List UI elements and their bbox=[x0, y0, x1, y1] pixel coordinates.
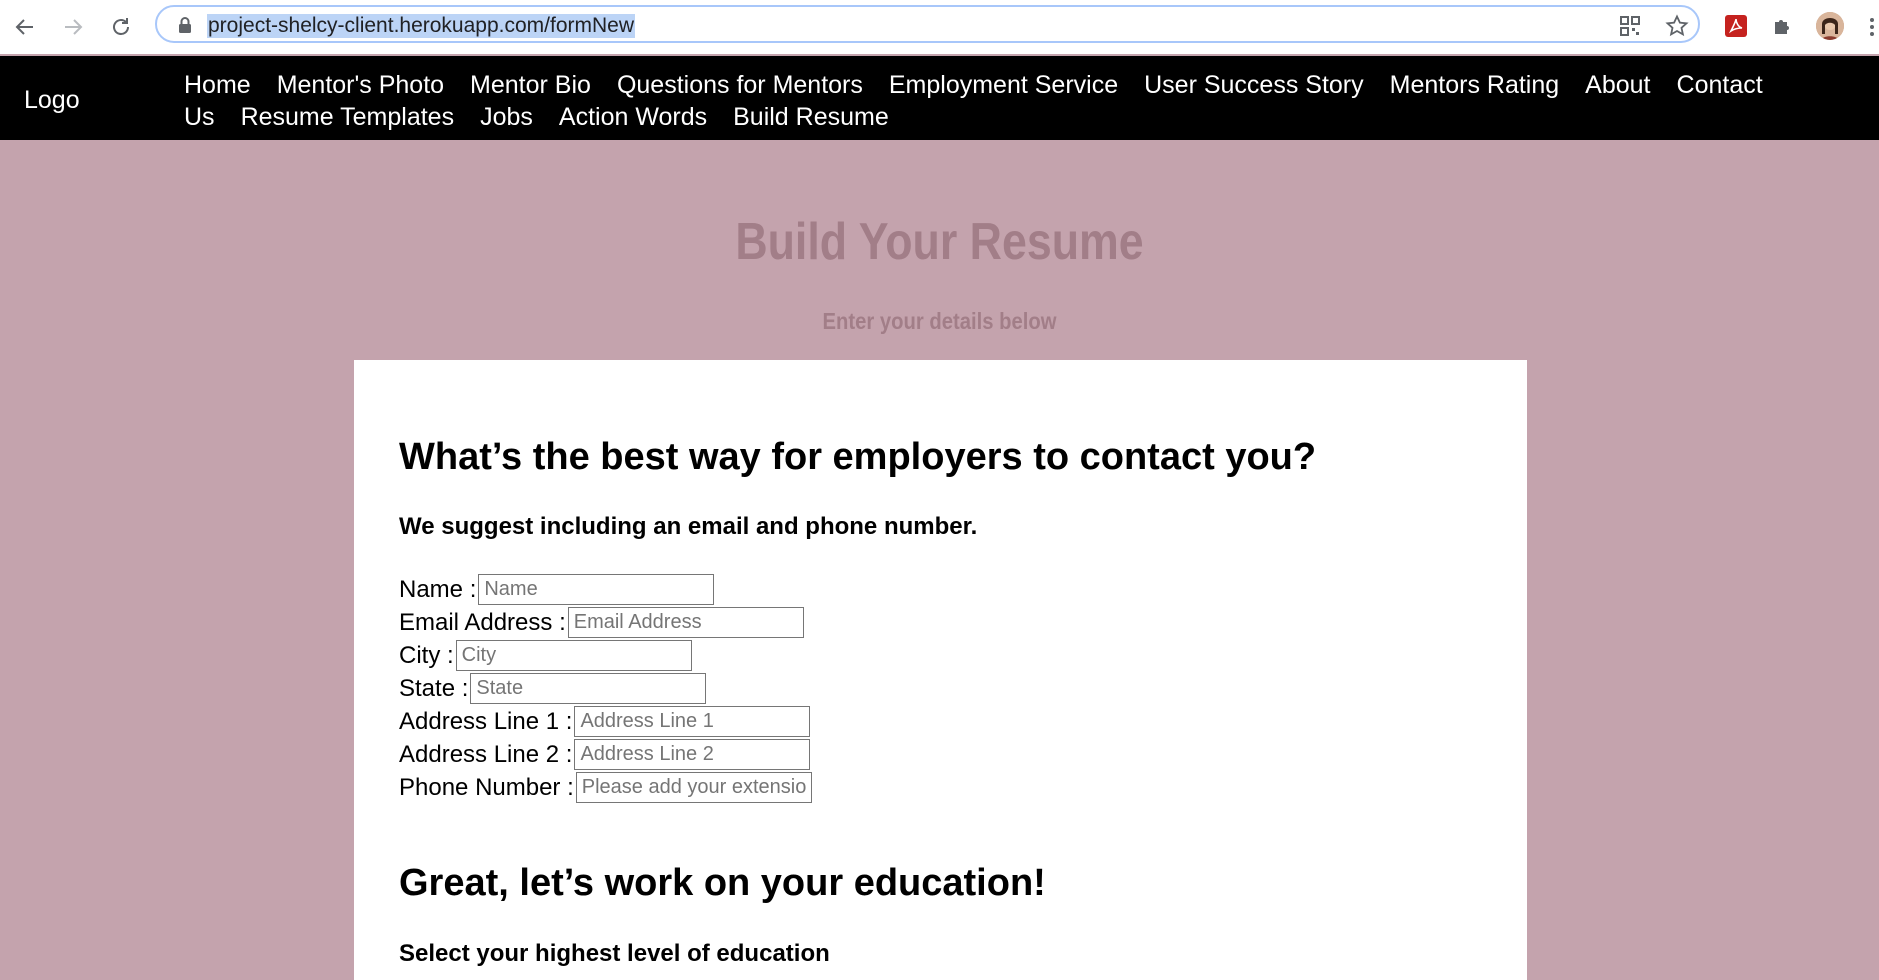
state-input[interactable] bbox=[470, 673, 707, 704]
address-line-2-input[interactable] bbox=[574, 739, 811, 770]
phone-input[interactable] bbox=[575, 772, 812, 803]
extensions-puzzle-icon[interactable] bbox=[1769, 12, 1797, 40]
nav-links: Home Mentor's Photo Mentor Bio Questions fo… bbox=[184, 69, 1764, 133]
address-line-2-label: Address Line 2 : bbox=[399, 740, 573, 768]
star-icon[interactable] bbox=[1664, 13, 1690, 39]
city-row: City : bbox=[399, 639, 692, 672]
menu-icon[interactable] bbox=[1870, 18, 1874, 36]
nav-link-mentor-bio[interactable]: Mentor Bio bbox=[470, 71, 591, 99]
profile-avatar[interactable] bbox=[1816, 12, 1844, 40]
page-subtitle: Enter your details below bbox=[822, 308, 1057, 334]
page-title: Build Your Resume bbox=[735, 213, 1144, 271]
nav-link-user-success-story[interactable]: User Success Story bbox=[1144, 71, 1364, 99]
education-subheading: Select your highest level of education bbox=[399, 940, 830, 967]
nav-link-resume-templates[interactable]: Resume Templates bbox=[241, 103, 455, 131]
nav-link-employment-service[interactable]: Employment Service bbox=[889, 71, 1118, 99]
nav-link-mentors-rating[interactable]: Mentors Rating bbox=[1390, 71, 1560, 99]
arrow-right-icon bbox=[65, 19, 83, 35]
lock-icon bbox=[179, 17, 191, 33]
email-label: Email Address : bbox=[399, 608, 566, 636]
education-heading: Great, let’s work on your education! bbox=[399, 862, 1046, 904]
address-line-2-row: Address Line 2 : bbox=[399, 738, 811, 771]
nav-link-mentors-photo[interactable]: Mentor's Photo bbox=[277, 71, 444, 99]
address-line-1-input[interactable] bbox=[574, 706, 811, 737]
nav-link-questions-for-mentors[interactable]: Questions for Mentors bbox=[617, 71, 863, 99]
url-text[interactable]: project-shelcy-client.herokuapp.com/form… bbox=[207, 14, 635, 38]
site-logo[interactable]: Logo bbox=[24, 86, 80, 115]
pdf-extension-icon[interactable] bbox=[1722, 12, 1750, 40]
nav-link-action-words[interactable]: Action Words bbox=[559, 103, 707, 131]
reload-button[interactable] bbox=[106, 12, 136, 42]
nav-link-about[interactable]: About bbox=[1585, 71, 1650, 99]
email-row: Email Address : bbox=[399, 606, 804, 639]
nav-link-jobs[interactable]: Jobs bbox=[480, 103, 533, 131]
phone-row: Phone Number : bbox=[399, 771, 812, 804]
city-input[interactable] bbox=[455, 640, 692, 671]
phone-label: Phone Number : bbox=[399, 773, 574, 801]
name-row: Name : bbox=[399, 573, 715, 606]
forward-button[interactable] bbox=[58, 12, 88, 42]
state-label: State : bbox=[399, 674, 469, 702]
qr-code-icon[interactable] bbox=[1617, 13, 1643, 39]
site-navbar: Logo Home Mentor's Photo Mentor Bio Questio… bbox=[0, 56, 1879, 140]
avatar-icon bbox=[1816, 12, 1844, 40]
contact-heading: What’s the best way for employers to con… bbox=[399, 436, 1317, 478]
resume-form-card: What’s the best way for employers to con… bbox=[354, 360, 1527, 980]
nav-link-build-resume[interactable]: Build Resume bbox=[733, 103, 889, 131]
back-button[interactable] bbox=[10, 12, 40, 42]
address-line-1-row: Address Line 1 : bbox=[399, 705, 811, 738]
email-input[interactable] bbox=[567, 607, 804, 638]
state-row: State : bbox=[399, 672, 707, 705]
nav-link-home[interactable]: Home bbox=[184, 71, 251, 99]
address-bar[interactable]: project-shelcy-client.herokuapp.com/form… bbox=[155, 5, 1700, 43]
contact-subheading: We suggest including an email and phone … bbox=[399, 513, 978, 540]
reload-icon bbox=[113, 18, 129, 35]
city-label: City : bbox=[399, 641, 454, 669]
address-line-1-label: Address Line 1 : bbox=[399, 707, 573, 735]
name-input[interactable] bbox=[478, 574, 715, 605]
browser-toolbar: project-shelcy-client.herokuapp.com/form… bbox=[0, 0, 1879, 54]
name-label: Name : bbox=[399, 575, 477, 603]
arrow-left-icon bbox=[15, 19, 33, 35]
